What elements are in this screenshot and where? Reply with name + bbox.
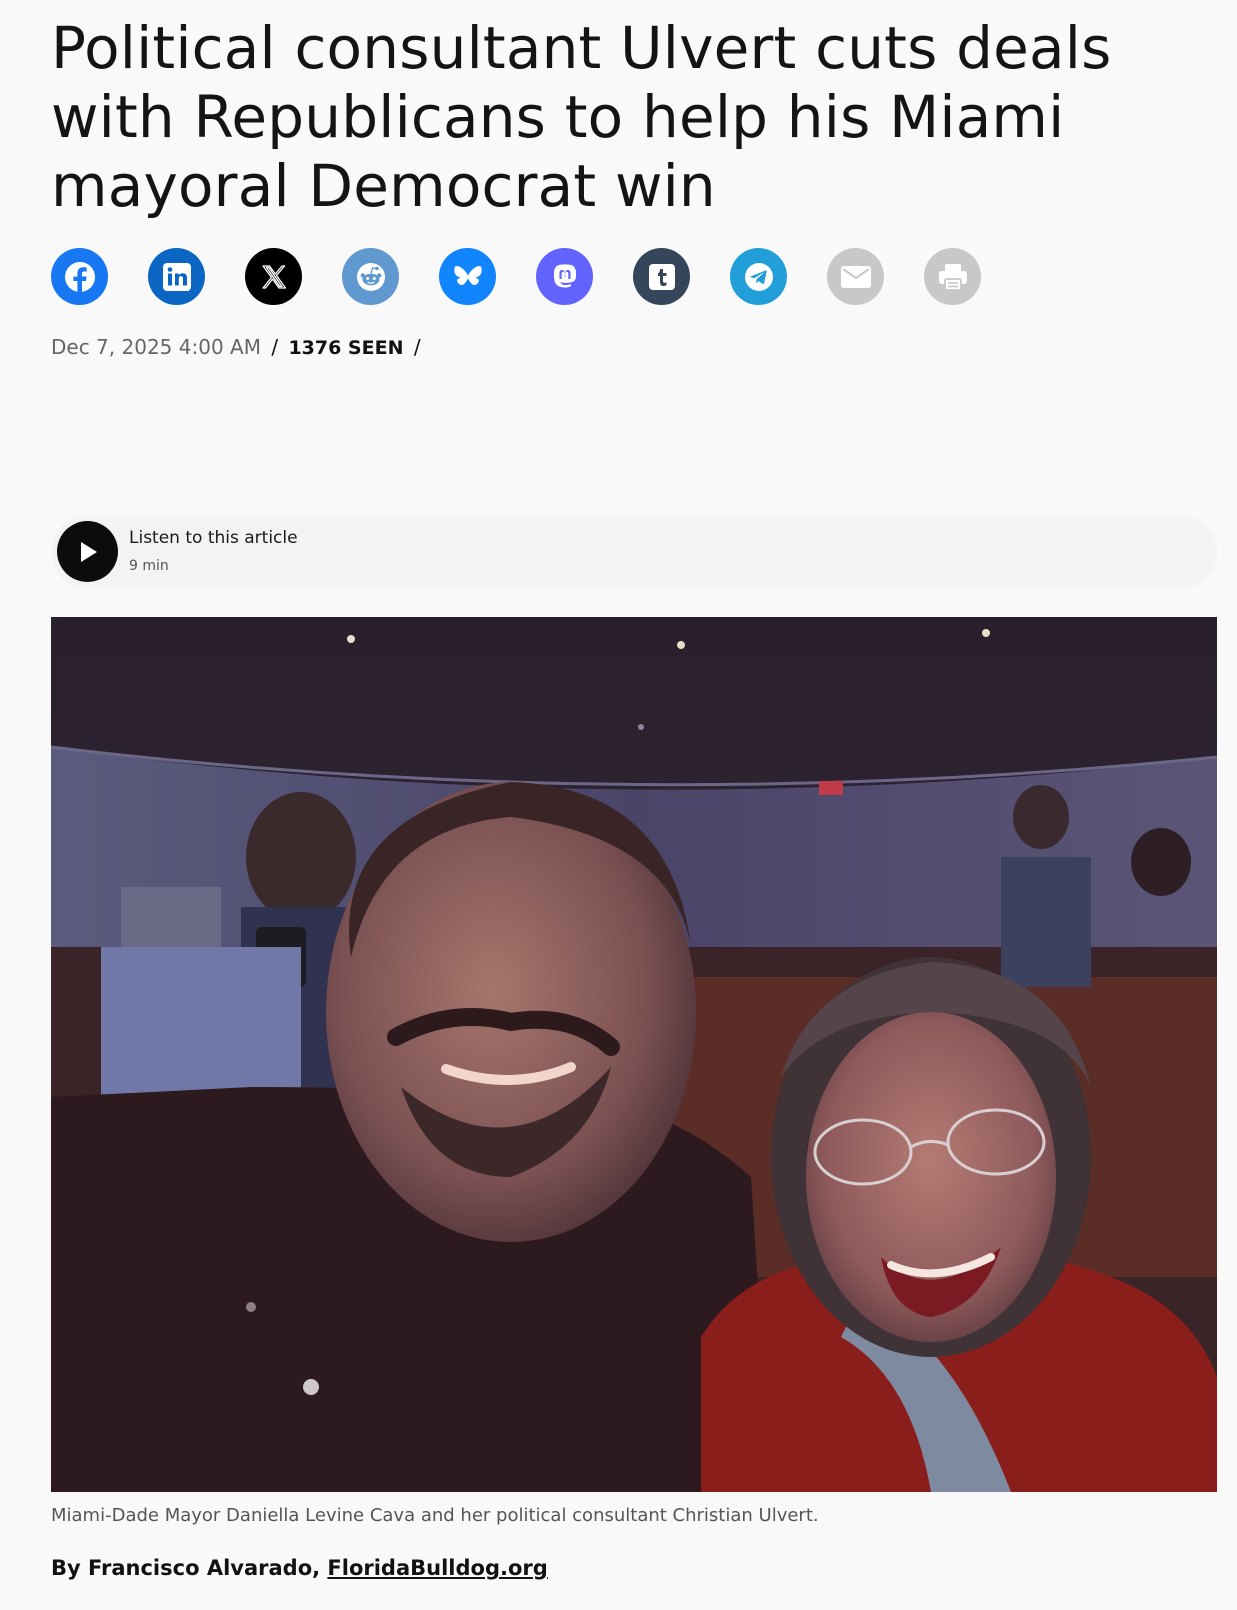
photo-caption: Miami-Dade Mayor Daniella Levine Cava an… <box>51 1505 819 1526</box>
share-bluesky-button[interactable] <box>439 248 496 305</box>
x-icon <box>261 264 286 289</box>
share-x-button[interactable] <box>245 248 302 305</box>
share-mastodon-button[interactable] <box>536 248 593 305</box>
audio-label: Listen to this article <box>129 528 298 548</box>
article-photo <box>51 617 1217 1492</box>
share-print-button[interactable] <box>924 248 981 305</box>
photo-illustration <box>51 617 1217 1492</box>
mastodon-icon <box>553 263 576 288</box>
share-linkedin-button[interactable] <box>148 248 205 305</box>
byline: By Francisco Alvarado, FloridaBulldog.or… <box>51 1556 548 1580</box>
meta-separator: / <box>271 335 279 359</box>
share-reddit-button[interactable] <box>342 248 399 305</box>
facebook-icon <box>64 261 95 294</box>
play-icon <box>80 541 97 562</box>
telegram-icon <box>744 262 773 291</box>
article-meta: Dec 7, 2025 4:00 AM / 1376 SEEN / <box>51 335 425 359</box>
audio-duration: 9 min <box>129 558 169 574</box>
view-count: 1376 SEEN <box>288 337 404 359</box>
share-email-button[interactable] <box>827 248 884 305</box>
bluesky-icon <box>453 265 482 285</box>
byline-author: By Francisco Alvarado, <box>51 1556 328 1580</box>
share-tumblr-button[interactable] <box>633 248 690 305</box>
source-link[interactable]: FloridaBulldog.org <box>327 1556 547 1580</box>
share-facebook-button[interactable] <box>51 248 108 305</box>
linkedin-icon <box>162 262 191 291</box>
article-title: Political consultant Ulvert cuts deals w… <box>51 14 1112 220</box>
share-telegram-button[interactable] <box>730 248 787 305</box>
reddit-icon <box>356 262 385 291</box>
meta-separator-trailing: / <box>413 335 421 359</box>
publish-date: Dec 7, 2025 4:00 AM <box>51 335 261 359</box>
print-icon <box>938 263 967 291</box>
email-icon <box>840 265 871 288</box>
tumblr-icon <box>648 263 675 290</box>
audio-player: Listen to this article 9 min <box>51 515 1217 589</box>
play-button[interactable] <box>57 521 118 582</box>
